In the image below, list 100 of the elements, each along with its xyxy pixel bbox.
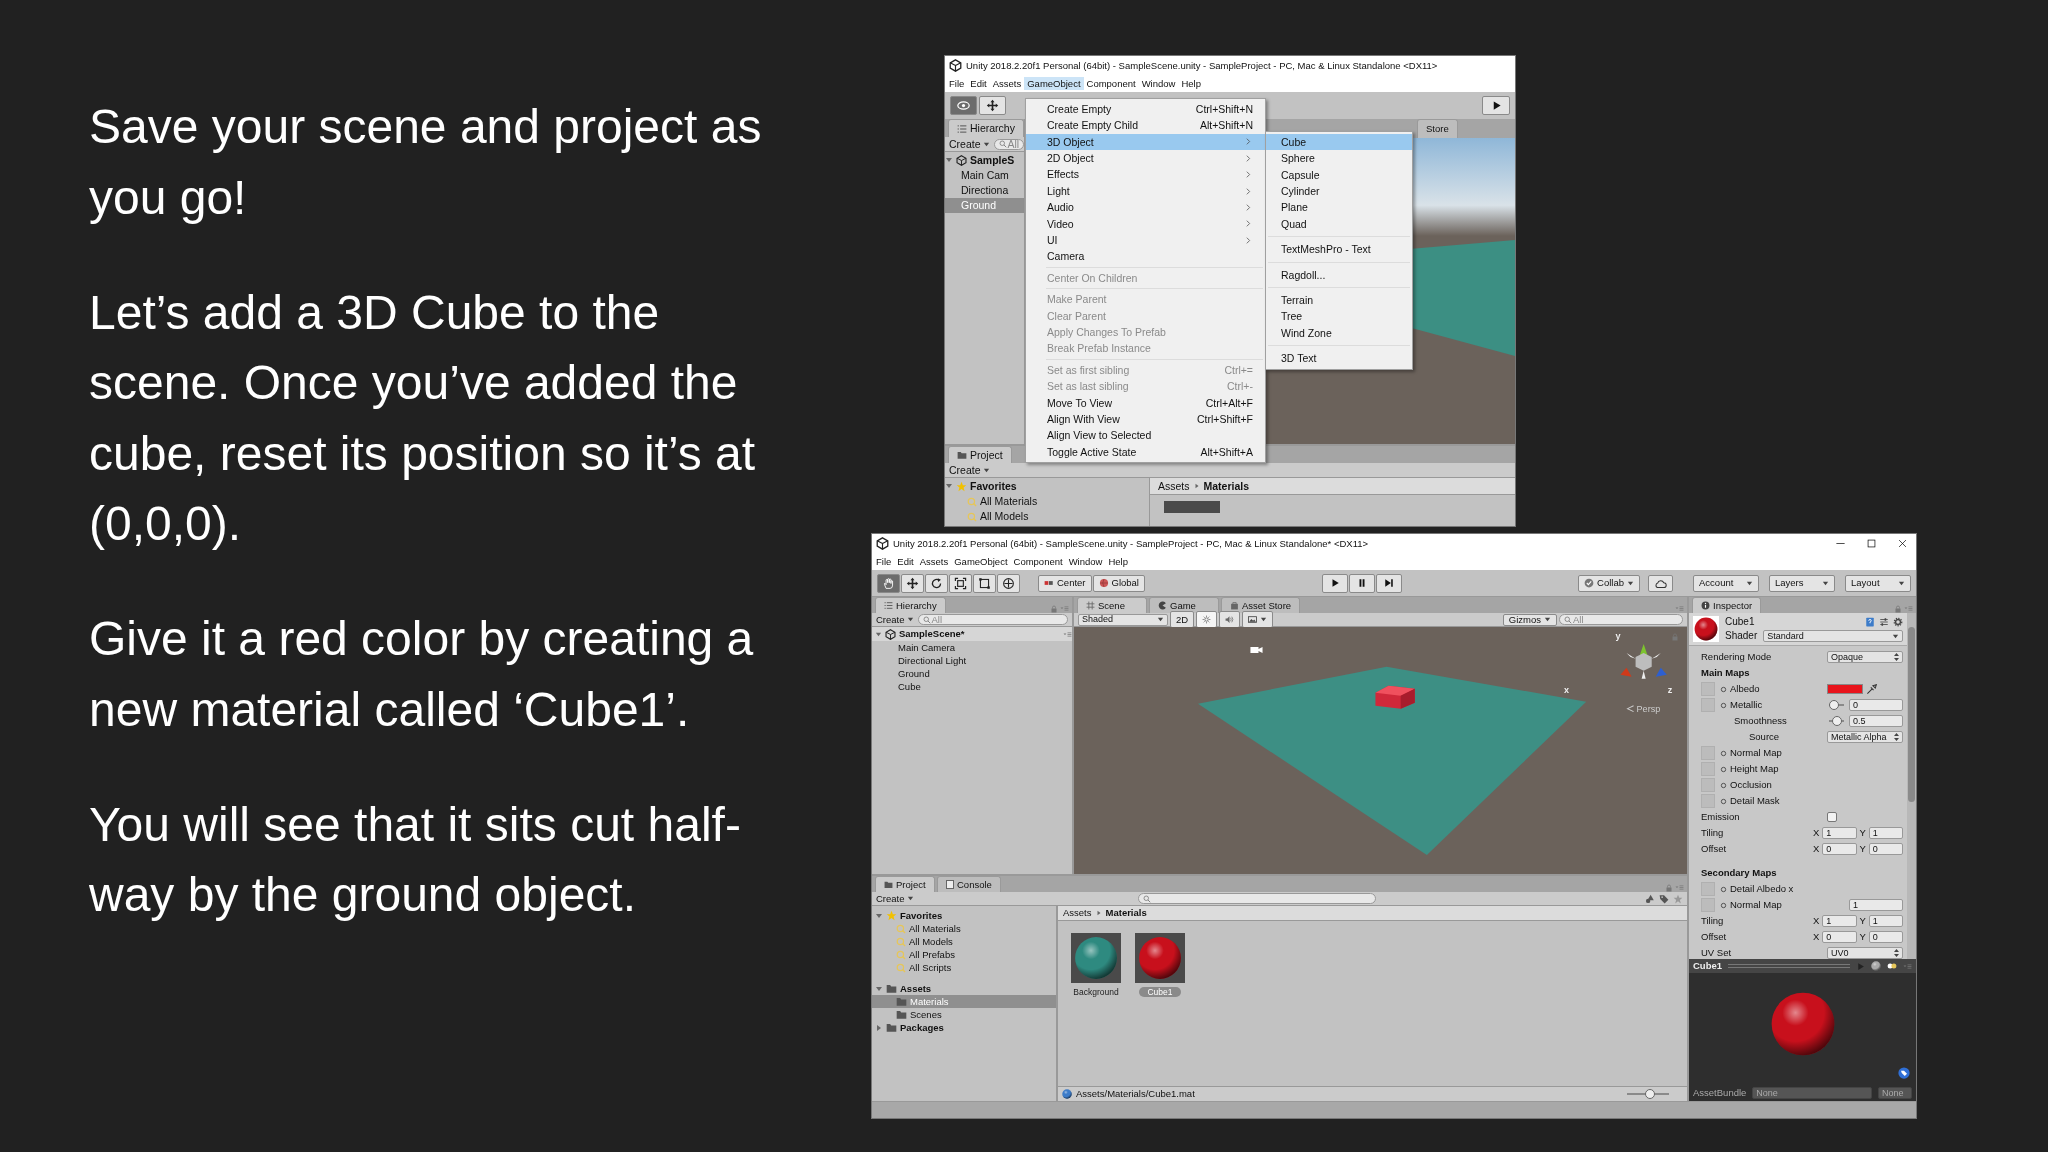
tool-button[interactable] xyxy=(925,573,948,593)
filter-by-type-icon[interactable] xyxy=(1645,893,1655,904)
number-field[interactable]: 0 xyxy=(1822,931,1857,943)
circle-icon[interactable] xyxy=(1720,701,1727,709)
menu-item[interactable]: Assets xyxy=(916,554,952,569)
expand-triangle-icon[interactable] xyxy=(945,156,953,164)
circle-icon[interactable] xyxy=(1720,749,1727,757)
panel-tab[interactable]: Asset Store xyxy=(1221,597,1301,613)
checkbox[interactable] xyxy=(1827,812,1837,822)
menu-item[interactable]: GameObject xyxy=(951,554,1011,569)
settings-icon[interactable] xyxy=(1893,617,1903,627)
hierarchy-item[interactable]: Directiona xyxy=(945,183,1024,198)
panel-tab[interactable]: Hierarchy xyxy=(948,119,1024,137)
circle-icon[interactable] xyxy=(1720,797,1727,805)
panel-tab[interactable]: Console xyxy=(937,876,1001,892)
menu-item[interactable]: Edit xyxy=(967,76,990,91)
play-button[interactable] xyxy=(1482,96,1510,115)
star-icon[interactable] xyxy=(1673,893,1683,904)
dropdown[interactable]: Metallic Alpha xyxy=(1827,731,1903,743)
lock-icon[interactable] xyxy=(1665,884,1673,892)
expand-triangle-icon[interactable] xyxy=(945,482,953,490)
number-field[interactable]: 1 xyxy=(1868,915,1903,927)
menu-item[interactable]: Wind Zone xyxy=(1266,324,1412,342)
menu-item[interactable]: Light xyxy=(1026,182,1265,200)
close-icon[interactable] xyxy=(1897,538,1908,549)
scrollbar[interactable] xyxy=(1907,613,1916,959)
lock-icon[interactable] xyxy=(1050,605,1058,613)
create-dropdown[interactable]: Create xyxy=(949,137,990,151)
menu-item[interactable]: Ragdoll... xyxy=(1266,266,1412,284)
expand-triangle-icon[interactable] xyxy=(875,984,883,993)
collapse-triangle-icon[interactable] xyxy=(875,1023,883,1032)
asset-label[interactable]: Background xyxy=(1065,987,1127,998)
expand-triangle-icon[interactable] xyxy=(875,630,882,638)
circle-icon[interactable] xyxy=(1720,685,1727,693)
menu-item[interactable]: Cube xyxy=(1266,134,1412,151)
menu-item[interactable]: Help xyxy=(1178,76,1204,91)
shading-dropdown[interactable]: Shaded xyxy=(1078,613,1168,626)
sliders-icon[interactable] xyxy=(1879,617,1889,627)
number-field[interactable]: 1 xyxy=(1822,915,1857,927)
sidebar-item[interactable]: All Scripts xyxy=(872,961,1056,974)
color-swatch[interactable] xyxy=(1827,684,1863,694)
sidebar-item[interactable]: Scenes xyxy=(872,1008,1056,1021)
sidebar-item[interactable]: Packages xyxy=(900,1021,944,1034)
slider-thumb[interactable] xyxy=(1644,1089,1655,1099)
menu-item[interactable]: 3D Object xyxy=(1026,133,1265,151)
panel-tab[interactable]: Store xyxy=(1417,119,1458,138)
menu-item[interactable]: Assets xyxy=(989,76,1025,91)
dropdown[interactable]: Opaque xyxy=(1827,651,1903,663)
menu-item[interactable]: Audio xyxy=(1026,199,1265,216)
circle-icon[interactable] xyxy=(1720,781,1727,789)
tool-button[interactable] xyxy=(949,573,972,593)
create-dropdown[interactable]: Create xyxy=(876,613,914,626)
slider[interactable] xyxy=(1829,700,1844,710)
panel-tab[interactable]: Project xyxy=(875,876,935,892)
menu-item[interactable]: Edit xyxy=(894,554,917,569)
breadcrumb-item[interactable]: Materials xyxy=(1203,479,1250,493)
breadcrumb-item[interactable]: Assets xyxy=(1158,479,1190,493)
projection-label[interactable]: Persp xyxy=(1636,703,1661,714)
search-field[interactable] xyxy=(1137,893,1376,904)
cloud-button[interactable] xyxy=(1648,574,1673,592)
menu-item[interactable]: 2D Object xyxy=(1026,150,1265,167)
chevron-left-icon[interactable] xyxy=(1627,705,1635,713)
number-field[interactable]: 0 xyxy=(1822,843,1857,855)
number-field[interactable]: 1 xyxy=(1822,827,1857,839)
sidebar-item[interactable]: All Models xyxy=(980,510,1029,523)
menu-item[interactable]: Move To View Ctrl+Alt+F xyxy=(1026,394,1265,412)
step-button[interactable] xyxy=(1375,573,1402,593)
number-field[interactable]: 0 xyxy=(1868,843,1903,855)
menu-item[interactable]: Component xyxy=(1010,554,1066,569)
menu-item[interactable]: Help xyxy=(1105,554,1131,569)
slider-thumb[interactable] xyxy=(1829,700,1839,710)
tag-icon[interactable] xyxy=(1898,1067,1910,1079)
number-field[interactable]: 1 xyxy=(1849,899,1903,911)
menu-item[interactable]: Effects xyxy=(1026,166,1265,183)
circle-icon[interactable] xyxy=(1720,901,1727,909)
tool-button[interactable] xyxy=(997,573,1020,593)
hierarchy-item[interactable]: Ground xyxy=(872,667,1072,680)
toggle-button[interactable]: Center xyxy=(1038,574,1092,592)
layers-dropdown[interactable]: Layers xyxy=(1769,574,1835,592)
circle-icon[interactable] xyxy=(1720,765,1727,773)
panel-tab[interactable]: Game xyxy=(1149,597,1219,613)
menu-item[interactable]: Window xyxy=(1138,76,1179,91)
number-field[interactable]: 1 xyxy=(1868,827,1903,839)
menu-item[interactable]: TextMeshPro - Text xyxy=(1266,241,1412,258)
sidebar-item[interactable]: All Materials xyxy=(980,495,1038,508)
layout-dropdown[interactable]: Layout xyxy=(1845,574,1911,592)
shader-dropdown[interactable]: Standard xyxy=(1763,630,1903,642)
panel-menu-icon[interactable] xyxy=(1063,629,1072,639)
create-dropdown[interactable]: Create xyxy=(949,463,990,477)
account-dropdown[interactable]: Account xyxy=(1693,574,1759,592)
sidebar-item[interactable]: Assets xyxy=(900,982,932,995)
play-button[interactable] xyxy=(1321,573,1348,593)
menu-item[interactable]: Camera xyxy=(1026,248,1265,265)
menu-item[interactable]: File xyxy=(873,554,895,569)
menu-item[interactable]: Align With View Ctrl+Shift+F xyxy=(1026,411,1265,428)
menu-item[interactable]: Window xyxy=(1065,554,1106,569)
hierarchy-item[interactable]: Cube xyxy=(872,680,1072,693)
asset-thumbnail[interactable] xyxy=(1164,501,1220,513)
menu-item[interactable]: Video xyxy=(1026,215,1265,233)
create-dropdown[interactable]: Create xyxy=(876,892,914,905)
